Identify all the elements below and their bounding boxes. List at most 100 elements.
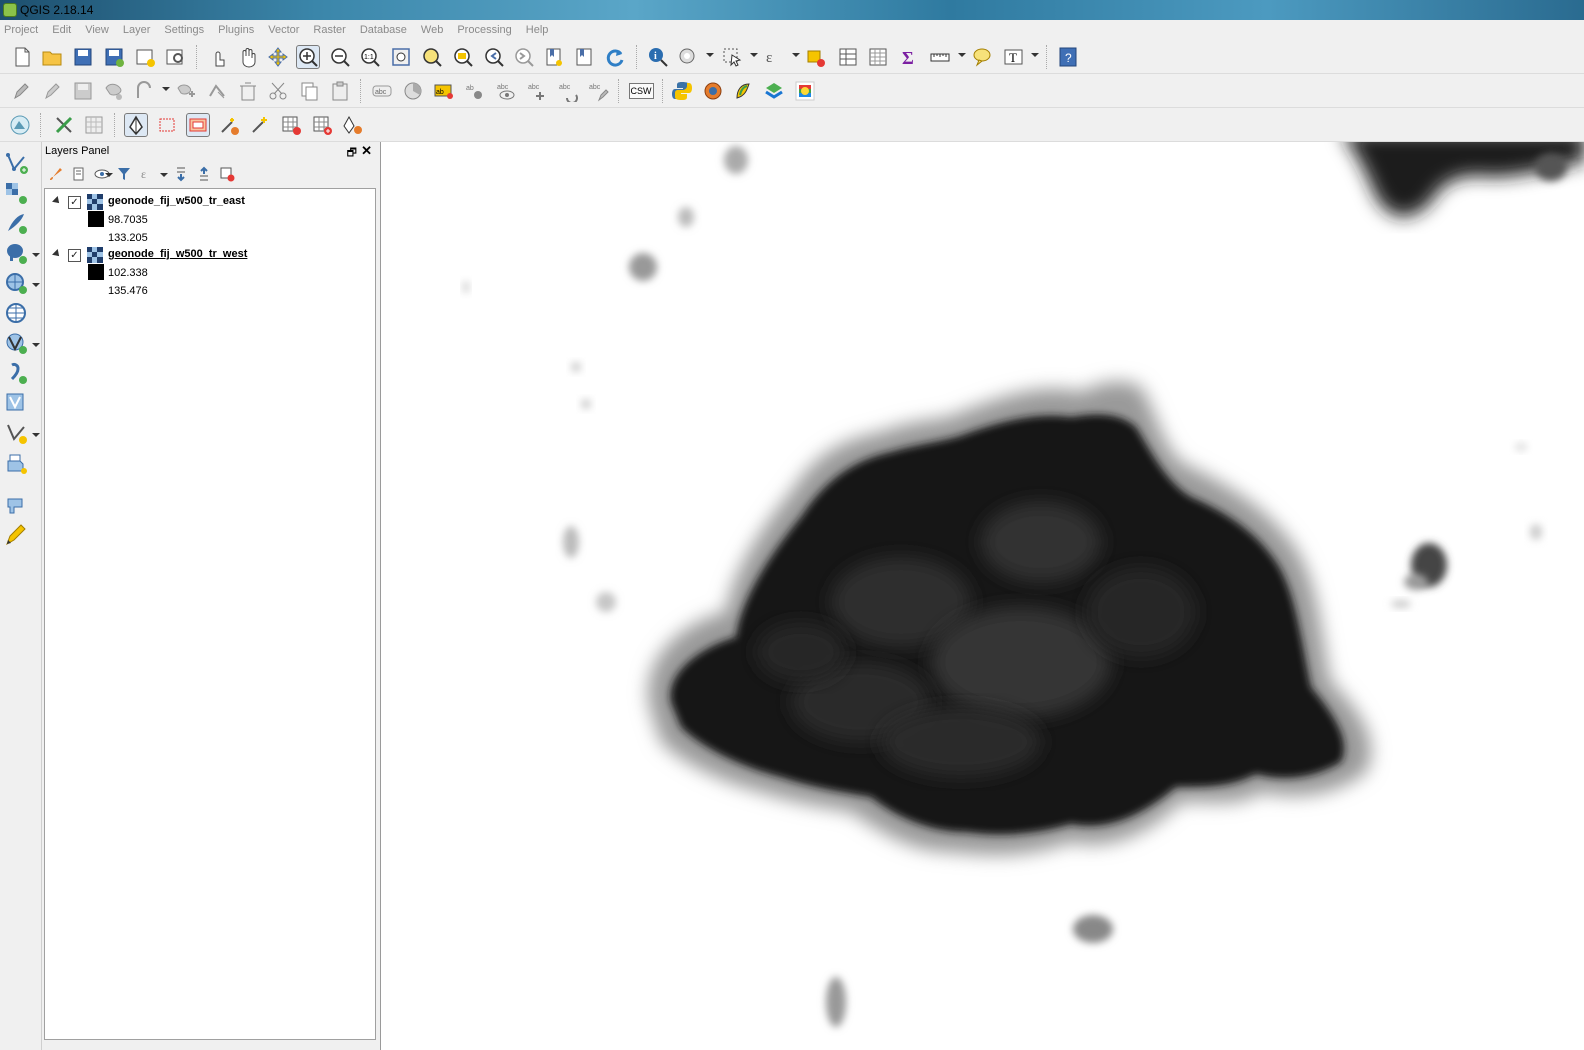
menu-database[interactable]: Database — [360, 24, 407, 36]
zoom-full-button[interactable] — [389, 45, 413, 69]
pin-labels-button[interactable]: ab — [463, 79, 487, 103]
new-shapefile-button[interactable] — [2, 420, 30, 446]
move-feature-button[interactable] — [174, 79, 198, 103]
zoom-native-resolution-button[interactable]: 1:1 — [358, 45, 382, 69]
chevron-down-icon[interactable] — [32, 433, 40, 437]
close-icon[interactable]: ✕ — [361, 143, 372, 159]
add-circular-string-button[interactable] — [133, 79, 157, 103]
style-manager-button[interactable] — [47, 165, 65, 183]
topology-button[interactable] — [52, 113, 76, 137]
zoom-next-button[interactable] — [512, 45, 536, 69]
add-oracle-layer-button[interactable] — [2, 492, 30, 518]
menu-layer[interactable]: Layer — [123, 24, 151, 36]
pan-to-selection-button[interactable] — [266, 45, 290, 69]
menu-view[interactable]: View — [85, 24, 109, 36]
add-wms-layer-button[interactable] — [2, 270, 30, 296]
add-virtual-layer-button[interactable] — [2, 390, 30, 416]
menu-web[interactable]: Web — [421, 24, 443, 36]
snapping-options-button[interactable] — [82, 113, 106, 137]
zoom-in-button[interactable] — [296, 45, 320, 69]
plugin-contour-button[interactable] — [731, 79, 755, 103]
rectangle-select-button[interactable] — [155, 113, 179, 137]
chevron-down-icon[interactable] — [750, 53, 758, 57]
chevron-down-icon[interactable] — [32, 343, 40, 347]
layer-item-west[interactable]: ✓ geonode_fij_w500_tr_west — [45, 246, 375, 264]
chevron-down-icon[interactable] — [32, 253, 40, 257]
add-vector-layer-button[interactable] — [2, 150, 30, 176]
statistical-summary-button[interactable]: Σ — [897, 45, 921, 69]
zoom-out-button[interactable] — [328, 45, 352, 69]
raster-calc-button[interactable] — [279, 113, 303, 137]
add-group-button[interactable] — [70, 165, 88, 183]
filter-by-expression-button[interactable]: ε — [138, 165, 156, 183]
metasearch-csw-button[interactable]: CSW — [628, 79, 654, 103]
geometry-checker-button[interactable] — [8, 113, 32, 137]
rectangle-extent-button[interactable] — [186, 113, 210, 137]
pan-map-button[interactable] — [236, 45, 260, 69]
menu-project[interactable]: Project — [4, 24, 38, 36]
expand-all-button[interactable] — [172, 165, 190, 183]
shape-info-button[interactable] — [340, 113, 364, 137]
magic-wand-button[interactable] — [217, 113, 241, 137]
zoom-to-layer-button[interactable] — [451, 45, 475, 69]
plugin-colors-button[interactable] — [793, 79, 817, 103]
add-wcs-layer-button[interactable] — [2, 300, 30, 326]
toggle-editing-button[interactable] — [40, 79, 64, 103]
add-wfs-layer-button[interactable] — [2, 330, 30, 356]
add-spatialite-layer-button[interactable] — [2, 210, 30, 236]
measure-line-button[interactable] — [928, 45, 952, 69]
deselect-all-button[interactable] — [804, 45, 828, 69]
node-tool-button[interactable] — [205, 79, 229, 103]
edit-tool-button[interactable] — [2, 522, 30, 548]
composer-manager-button[interactable] — [163, 45, 187, 69]
remove-layer-button[interactable] — [218, 165, 236, 183]
change-label-button[interactable]: abc — [586, 79, 610, 103]
run-feature-action-button[interactable] — [676, 45, 700, 69]
chevron-down-icon[interactable] — [32, 283, 40, 287]
chevron-down-icon[interactable] — [792, 53, 800, 57]
new-temp-layer-button[interactable] — [2, 450, 30, 476]
identify-features-button[interactable]: i — [646, 45, 670, 69]
add-postgis-layer-button[interactable] — [2, 240, 30, 266]
add-feature-button[interactable] — [102, 79, 126, 103]
save-project-button[interactable] — [71, 45, 95, 69]
expand-arrow-icon[interactable] — [52, 249, 62, 259]
map-canvas[interactable] — [380, 142, 1584, 1050]
save-as-button[interactable] — [102, 45, 126, 69]
identify-shape-button[interactable] — [124, 113, 148, 137]
chevron-down-icon[interactable] — [162, 87, 170, 91]
touch-zoom-button[interactable] — [206, 45, 230, 69]
refresh-button[interactable] — [603, 45, 627, 69]
show-hide-labels-button[interactable]: abc — [494, 79, 518, 103]
chevron-down-icon[interactable] — [105, 173, 113, 177]
new-bookmark-button[interactable] — [542, 45, 566, 69]
filter-legend-button[interactable] — [115, 165, 133, 183]
new-print-composer-button[interactable] — [133, 45, 157, 69]
raster-add-button[interactable] — [310, 113, 334, 137]
highlight-pinned-labels-button[interactable]: ab — [432, 79, 456, 103]
layer-labeling-button[interactable]: abc — [370, 79, 394, 103]
rotate-label-button[interactable]: abc — [556, 79, 580, 103]
zoom-last-button[interactable] — [482, 45, 506, 69]
paste-features-button[interactable] — [328, 79, 352, 103]
float-panel-icon[interactable]: 🗗 — [347, 144, 357, 163]
cut-features-button[interactable] — [266, 79, 290, 103]
menu-raster[interactable]: Raster — [313, 24, 345, 36]
layer-item-east[interactable]: ✓ geonode_fij_w500_tr_east — [45, 193, 375, 211]
help-button[interactable]: ? — [1056, 45, 1080, 69]
add-delimited-text-button[interactable] — [2, 360, 30, 386]
chevron-down-icon[interactable] — [958, 53, 966, 57]
map-tips-button[interactable] — [970, 45, 994, 69]
chevron-down-icon[interactable] — [706, 53, 714, 57]
delete-selected-button[interactable] — [236, 79, 260, 103]
field-calculator-button[interactable] — [866, 45, 890, 69]
sparkle-tool-button[interactable] — [248, 113, 272, 137]
add-raster-layer-button[interactable] — [2, 180, 30, 206]
menu-edit[interactable]: Edit — [52, 24, 71, 36]
zoom-to-selection-button[interactable] — [420, 45, 444, 69]
plugin-gear-button[interactable] — [701, 79, 725, 103]
current-edits-button[interactable] — [10, 79, 34, 103]
menu-help[interactable]: Help — [526, 24, 549, 36]
save-layer-edits-button[interactable] — [71, 79, 95, 103]
python-console-button[interactable] — [670, 79, 694, 103]
